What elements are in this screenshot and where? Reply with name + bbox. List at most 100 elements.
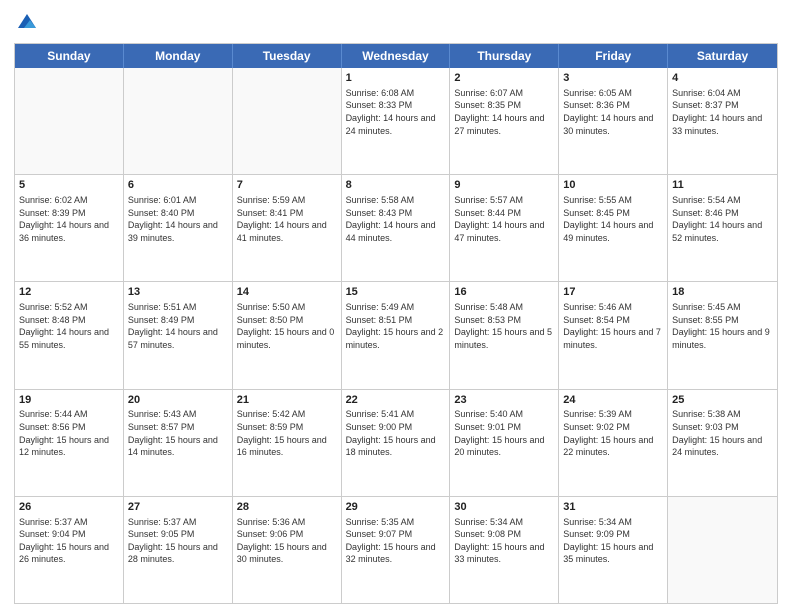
logo-icon <box>16 10 38 32</box>
calendar-cell-22: 22Sunrise: 5:41 AMSunset: 9:00 PMDayligh… <box>342 390 451 496</box>
calendar-cell-23: 23Sunrise: 5:40 AMSunset: 9:01 PMDayligh… <box>450 390 559 496</box>
day-number: 10 <box>563 178 663 193</box>
cell-info: Sunrise: 5:54 AMSunset: 8:46 PMDaylight:… <box>672 194 773 244</box>
day-number: 25 <box>672 393 773 408</box>
cell-info: Sunrise: 5:35 AMSunset: 9:07 PMDaylight:… <box>346 516 446 566</box>
calendar-header: SundayMondayTuesdayWednesdayThursdayFrid… <box>15 44 777 68</box>
calendar-cell-empty <box>668 497 777 603</box>
day-number: 8 <box>346 178 446 193</box>
calendar-cell-11: 11Sunrise: 5:54 AMSunset: 8:46 PMDayligh… <box>668 175 777 281</box>
cell-info: Sunrise: 6:01 AMSunset: 8:40 PMDaylight:… <box>128 194 228 244</box>
day-number: 12 <box>19 285 119 300</box>
calendar-cell-24: 24Sunrise: 5:39 AMSunset: 9:02 PMDayligh… <box>559 390 668 496</box>
cell-info: Sunrise: 5:48 AMSunset: 8:53 PMDaylight:… <box>454 301 554 351</box>
cell-info: Sunrise: 5:36 AMSunset: 9:06 PMDaylight:… <box>237 516 337 566</box>
calendar-cell-14: 14Sunrise: 5:50 AMSunset: 8:50 PMDayligh… <box>233 282 342 388</box>
calendar-row-3: 19Sunrise: 5:44 AMSunset: 8:56 PMDayligh… <box>15 389 777 496</box>
day-number: 19 <box>19 393 119 408</box>
calendar-cell-18: 18Sunrise: 5:45 AMSunset: 8:55 PMDayligh… <box>668 282 777 388</box>
header-day-tuesday: Tuesday <box>233 44 342 68</box>
day-number: 27 <box>128 500 228 515</box>
header <box>14 10 778 37</box>
calendar-cell-30: 30Sunrise: 5:34 AMSunset: 9:08 PMDayligh… <box>450 497 559 603</box>
calendar-row-4: 26Sunrise: 5:37 AMSunset: 9:04 PMDayligh… <box>15 496 777 603</box>
cell-info: Sunrise: 5:49 AMSunset: 8:51 PMDaylight:… <box>346 301 446 351</box>
day-number: 6 <box>128 178 228 193</box>
calendar-cell-3: 3Sunrise: 6:05 AMSunset: 8:36 PMDaylight… <box>559 68 668 174</box>
calendar-row-0: 1Sunrise: 6:08 AMSunset: 8:33 PMDaylight… <box>15 68 777 174</box>
cell-info: Sunrise: 5:57 AMSunset: 8:44 PMDaylight:… <box>454 194 554 244</box>
cell-info: Sunrise: 5:45 AMSunset: 8:55 PMDaylight:… <box>672 301 773 351</box>
cell-info: Sunrise: 5:43 AMSunset: 8:57 PMDaylight:… <box>128 408 228 458</box>
calendar-cell-28: 28Sunrise: 5:36 AMSunset: 9:06 PMDayligh… <box>233 497 342 603</box>
day-number: 20 <box>128 393 228 408</box>
calendar: SundayMondayTuesdayWednesdayThursdayFrid… <box>14 43 778 604</box>
cell-info: Sunrise: 5:34 AMSunset: 9:09 PMDaylight:… <box>563 516 663 566</box>
calendar-cell-7: 7Sunrise: 5:59 AMSunset: 8:41 PMDaylight… <box>233 175 342 281</box>
calendar-cell-29: 29Sunrise: 5:35 AMSunset: 9:07 PMDayligh… <box>342 497 451 603</box>
calendar-body: 1Sunrise: 6:08 AMSunset: 8:33 PMDaylight… <box>15 68 777 603</box>
cell-info: Sunrise: 5:52 AMSunset: 8:48 PMDaylight:… <box>19 301 119 351</box>
cell-info: Sunrise: 5:40 AMSunset: 9:01 PMDaylight:… <box>454 408 554 458</box>
cell-info: Sunrise: 5:55 AMSunset: 8:45 PMDaylight:… <box>563 194 663 244</box>
calendar-cell-20: 20Sunrise: 5:43 AMSunset: 8:57 PMDayligh… <box>124 390 233 496</box>
cell-info: Sunrise: 5:50 AMSunset: 8:50 PMDaylight:… <box>237 301 337 351</box>
day-number: 1 <box>346 71 446 86</box>
day-number: 14 <box>237 285 337 300</box>
calendar-cell-empty <box>124 68 233 174</box>
day-number: 18 <box>672 285 773 300</box>
header-day-monday: Monday <box>124 44 233 68</box>
day-number: 22 <box>346 393 446 408</box>
calendar-cell-4: 4Sunrise: 6:04 AMSunset: 8:37 PMDaylight… <box>668 68 777 174</box>
day-number: 26 <box>19 500 119 515</box>
cell-info: Sunrise: 5:37 AMSunset: 9:05 PMDaylight:… <box>128 516 228 566</box>
day-number: 11 <box>672 178 773 193</box>
day-number: 7 <box>237 178 337 193</box>
header-day-thursday: Thursday <box>450 44 559 68</box>
calendar-cell-10: 10Sunrise: 5:55 AMSunset: 8:45 PMDayligh… <box>559 175 668 281</box>
logo <box>14 10 38 37</box>
cell-info: Sunrise: 5:37 AMSunset: 9:04 PMDaylight:… <box>19 516 119 566</box>
cell-info: Sunrise: 6:08 AMSunset: 8:33 PMDaylight:… <box>346 87 446 137</box>
calendar-cell-1: 1Sunrise: 6:08 AMSunset: 8:33 PMDaylight… <box>342 68 451 174</box>
day-number: 17 <box>563 285 663 300</box>
cell-info: Sunrise: 5:39 AMSunset: 9:02 PMDaylight:… <box>563 408 663 458</box>
calendar-cell-31: 31Sunrise: 5:34 AMSunset: 9:09 PMDayligh… <box>559 497 668 603</box>
header-day-saturday: Saturday <box>668 44 777 68</box>
calendar-cell-16: 16Sunrise: 5:48 AMSunset: 8:53 PMDayligh… <box>450 282 559 388</box>
cell-info: Sunrise: 5:58 AMSunset: 8:43 PMDaylight:… <box>346 194 446 244</box>
day-number: 23 <box>454 393 554 408</box>
day-number: 24 <box>563 393 663 408</box>
calendar-cell-empty <box>15 68 124 174</box>
cell-info: Sunrise: 5:46 AMSunset: 8:54 PMDaylight:… <box>563 301 663 351</box>
calendar-cell-27: 27Sunrise: 5:37 AMSunset: 9:05 PMDayligh… <box>124 497 233 603</box>
cell-info: Sunrise: 5:41 AMSunset: 9:00 PMDaylight:… <box>346 408 446 458</box>
cell-info: Sunrise: 6:02 AMSunset: 8:39 PMDaylight:… <box>19 194 119 244</box>
calendar-cell-15: 15Sunrise: 5:49 AMSunset: 8:51 PMDayligh… <box>342 282 451 388</box>
calendar-cell-13: 13Sunrise: 5:51 AMSunset: 8:49 PMDayligh… <box>124 282 233 388</box>
calendar-cell-8: 8Sunrise: 5:58 AMSunset: 8:43 PMDaylight… <box>342 175 451 281</box>
cell-info: Sunrise: 6:05 AMSunset: 8:36 PMDaylight:… <box>563 87 663 137</box>
calendar-cell-17: 17Sunrise: 5:46 AMSunset: 8:54 PMDayligh… <box>559 282 668 388</box>
calendar-cell-empty <box>233 68 342 174</box>
calendar-cell-9: 9Sunrise: 5:57 AMSunset: 8:44 PMDaylight… <box>450 175 559 281</box>
header-day-sunday: Sunday <box>15 44 124 68</box>
calendar-cell-12: 12Sunrise: 5:52 AMSunset: 8:48 PMDayligh… <box>15 282 124 388</box>
cell-info: Sunrise: 5:44 AMSunset: 8:56 PMDaylight:… <box>19 408 119 458</box>
calendar-cell-19: 19Sunrise: 5:44 AMSunset: 8:56 PMDayligh… <box>15 390 124 496</box>
header-day-friday: Friday <box>559 44 668 68</box>
cell-info: Sunrise: 5:34 AMSunset: 9:08 PMDaylight:… <box>454 516 554 566</box>
cell-info: Sunrise: 5:38 AMSunset: 9:03 PMDaylight:… <box>672 408 773 458</box>
day-number: 9 <box>454 178 554 193</box>
cell-info: Sunrise: 5:59 AMSunset: 8:41 PMDaylight:… <box>237 194 337 244</box>
calendar-cell-5: 5Sunrise: 6:02 AMSunset: 8:39 PMDaylight… <box>15 175 124 281</box>
calendar-cell-21: 21Sunrise: 5:42 AMSunset: 8:59 PMDayligh… <box>233 390 342 496</box>
calendar-cell-6: 6Sunrise: 6:01 AMSunset: 8:40 PMDaylight… <box>124 175 233 281</box>
day-number: 5 <box>19 178 119 193</box>
calendar-cell-26: 26Sunrise: 5:37 AMSunset: 9:04 PMDayligh… <box>15 497 124 603</box>
day-number: 21 <box>237 393 337 408</box>
day-number: 16 <box>454 285 554 300</box>
calendar-row-2: 12Sunrise: 5:52 AMSunset: 8:48 PMDayligh… <box>15 281 777 388</box>
cell-info: Sunrise: 6:07 AMSunset: 8:35 PMDaylight:… <box>454 87 554 137</box>
page: SundayMondayTuesdayWednesdayThursdayFrid… <box>0 0 792 612</box>
